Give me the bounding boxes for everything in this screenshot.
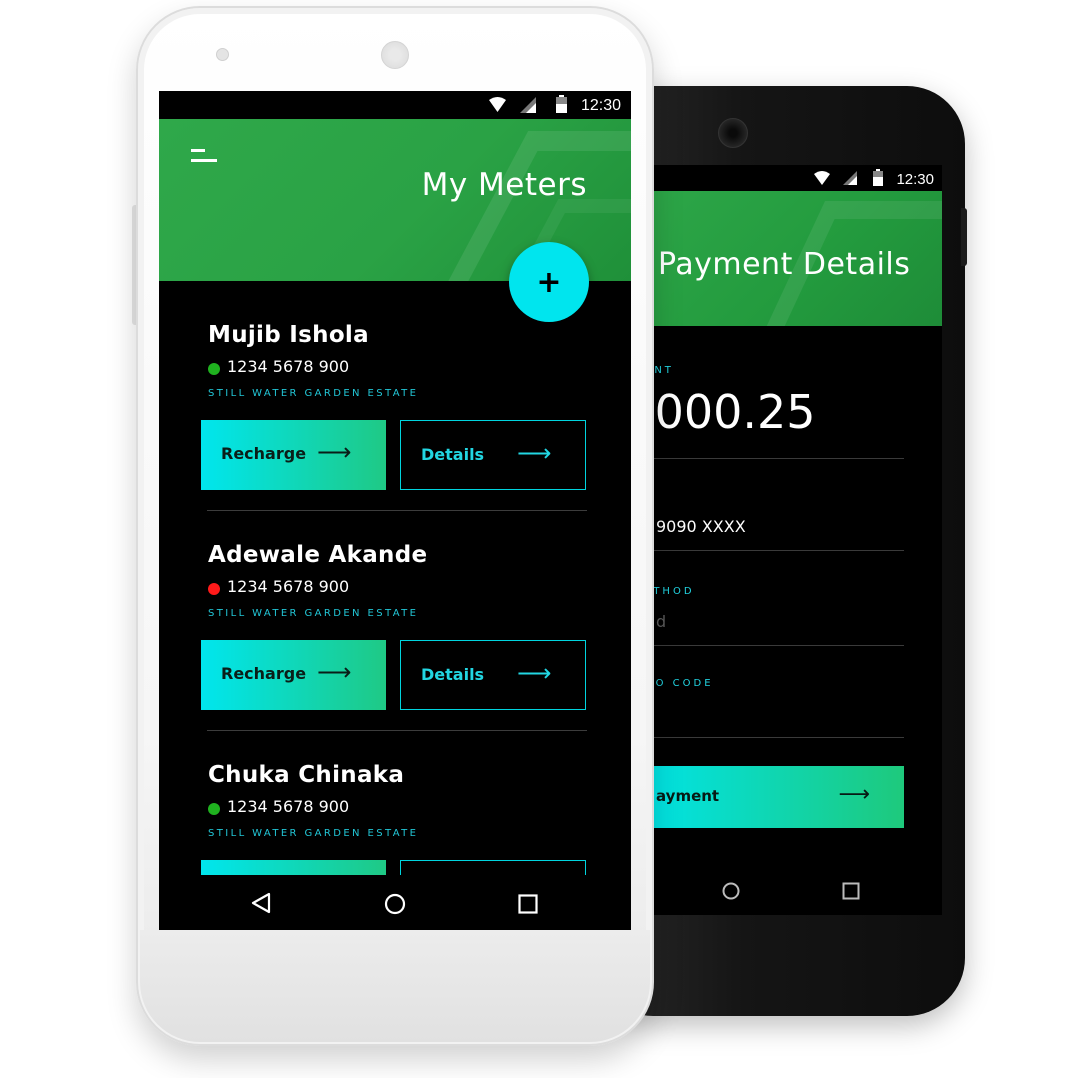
menu-icon[interactable] bbox=[191, 147, 217, 167]
status-time: 12:30 bbox=[580, 97, 621, 114]
navigation-bar bbox=[159, 875, 631, 930]
status-bar: 12:30 bbox=[159, 91, 631, 119]
back-icon[interactable] bbox=[251, 892, 271, 914]
recents-icon[interactable] bbox=[842, 882, 860, 900]
meters-phone-earpiece bbox=[381, 41, 409, 69]
meter-owner-name: Mujib Ishola bbox=[208, 322, 369, 348]
recharge-button[interactable]: Recharge ⟶ bbox=[201, 640, 386, 710]
menu-bar-bottom bbox=[191, 159, 217, 162]
meters-phone-chin bbox=[140, 930, 650, 1042]
signal-icon bbox=[843, 171, 857, 185]
details-label: Details bbox=[421, 445, 485, 464]
details-label: Details bbox=[421, 665, 485, 684]
front-camera bbox=[216, 48, 229, 61]
arrow-right-icon: ⟶ bbox=[317, 438, 352, 466]
arrow-right-icon: ⟶ bbox=[838, 782, 870, 807]
details-button[interactable]: Details ⟶ bbox=[400, 420, 586, 490]
arrow-right-icon: ⟶ bbox=[317, 658, 352, 686]
meter-estate: STILL WATER GARDEN ESTATE bbox=[208, 608, 419, 619]
promo-code-label: MO CODE bbox=[644, 678, 714, 689]
payment-method-field[interactable]: d bbox=[656, 612, 666, 631]
add-meter-button[interactable]: + bbox=[509, 242, 589, 322]
card-divider bbox=[207, 730, 587, 731]
arrow-right-icon: ⟶ bbox=[517, 439, 552, 467]
payment-phone-side-button bbox=[961, 208, 967, 266]
promo-divider bbox=[640, 737, 904, 738]
status-dot bbox=[208, 803, 220, 815]
page-title: My Meters bbox=[421, 167, 587, 203]
meter-estate: STILL WATER GARDEN ESTATE bbox=[208, 388, 419, 399]
recharge-button[interactable]: Recharge ⟶ bbox=[201, 420, 386, 490]
payment-phone-earpiece bbox=[718, 118, 748, 148]
wifi-icon bbox=[489, 97, 506, 112]
meter-card: Mujib Ishola 1234 5678 900 STILL WATER G… bbox=[159, 322, 631, 542]
meter-owner-name: Chuka Chinaka bbox=[208, 762, 405, 788]
meter-number: 1234 5678 900 bbox=[227, 797, 350, 816]
recharge-label: Recharge bbox=[221, 444, 307, 463]
recents-icon[interactable] bbox=[518, 894, 538, 914]
arrow-right-icon: ⟶ bbox=[517, 659, 552, 687]
plus-icon: + bbox=[536, 264, 562, 300]
signal-icon bbox=[520, 97, 536, 113]
battery-icon bbox=[873, 169, 883, 186]
meter-card: Adewale Akande 1234 5678 900 STILL WATER… bbox=[159, 542, 631, 762]
card-divider bbox=[207, 510, 587, 511]
page-title: Payment Details bbox=[658, 247, 911, 282]
details-button[interactable]: Details ⟶ bbox=[400, 640, 586, 710]
recharge-label: Recharge bbox=[221, 664, 307, 683]
status-dot bbox=[208, 583, 220, 595]
meter-estate: STILL WATER GARDEN ESTATE bbox=[208, 828, 419, 839]
status-time: 12:30 bbox=[896, 171, 934, 188]
wifi-icon bbox=[814, 171, 830, 185]
meter-number: 1234 5678 900 bbox=[227, 357, 350, 376]
meter-number: 1234 5678 900 bbox=[227, 577, 350, 596]
make-payment-button[interactable]: ayment ⟶ bbox=[640, 766, 904, 828]
card-number-field[interactable]: 9090 XXXX bbox=[656, 517, 746, 536]
meters-screen: 12:30 My Meters + Mujib Ishola 1234 5678… bbox=[159, 91, 631, 930]
amount-value: ,000.25 bbox=[640, 385, 816, 439]
home-icon[interactable] bbox=[384, 893, 406, 915]
amount-divider bbox=[640, 458, 904, 459]
menu-bar-top bbox=[191, 149, 205, 152]
card-divider bbox=[640, 550, 904, 551]
battery-icon bbox=[556, 95, 567, 113]
home-icon[interactable] bbox=[722, 882, 740, 900]
method-divider bbox=[640, 645, 904, 646]
meter-owner-name: Adewale Akande bbox=[208, 542, 428, 568]
status-dot bbox=[208, 363, 220, 375]
make-payment-label: ayment bbox=[656, 787, 720, 805]
